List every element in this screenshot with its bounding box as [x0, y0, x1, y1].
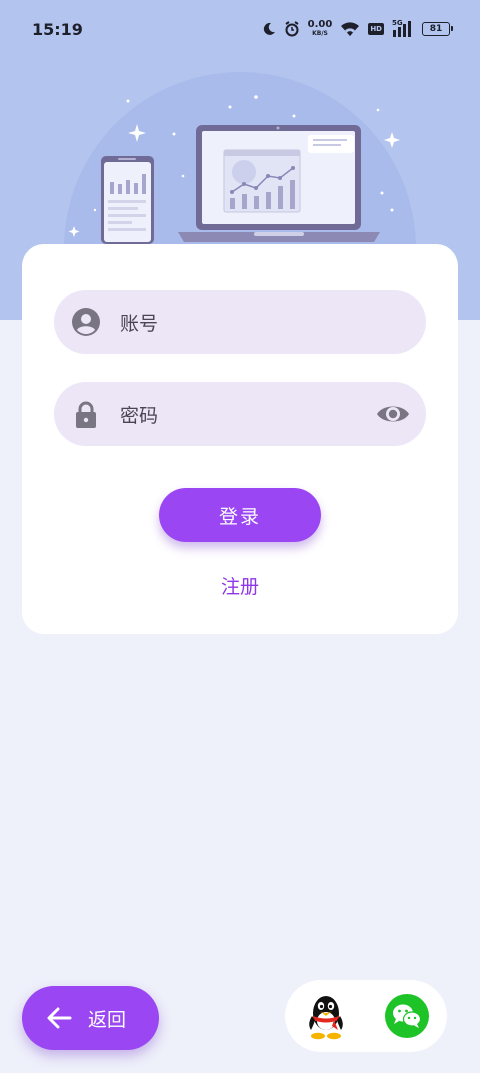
wifi-icon [341, 22, 360, 36]
qq-icon[interactable] [305, 992, 347, 1040]
signal-icon: 5G [392, 19, 414, 37]
status-bar: 15:19 0.00 KB/S HD 5G 81 [0, 0, 480, 58]
laptop-graphic [178, 125, 380, 242]
login-card: 账号 密码 登录 注册 [22, 244, 458, 634]
phone-graphic [101, 156, 154, 244]
account-field[interactable]: 账号 [54, 290, 426, 354]
user-icon [72, 308, 100, 336]
eye-icon[interactable] [376, 400, 410, 428]
social-login-panel [285, 980, 447, 1052]
register-link[interactable]: 注册 [190, 570, 290, 600]
back-label: 返回 [88, 1008, 127, 1031]
net-speed-unit: KB/S [312, 30, 328, 37]
account-input[interactable]: 账号 [120, 290, 356, 354]
battery-indicator: 81 [422, 22, 453, 36]
wechat-icon[interactable] [385, 994, 429, 1038]
lock-icon [76, 401, 96, 428]
password-field[interactable]: 密码 [54, 382, 426, 446]
moon-icon [263, 22, 275, 35]
status-icons: 0.00 KB/S HD 5G 81 [262, 19, 453, 38]
net-speed: 0.00 KB/S [308, 20, 333, 38]
back-button[interactable]: 返回 [22, 986, 159, 1050]
hd-badge: HD [368, 23, 384, 35]
battery-level: 81 [429, 24, 443, 34]
arrow-left-icon [47, 1007, 72, 1029]
status-time: 15:19 [32, 19, 83, 39]
alarm-icon [285, 21, 299, 37]
password-input[interactable]: 密码 [120, 382, 356, 446]
net-speed-value: 0.00 [307, 19, 333, 30]
login-button[interactable]: 登录 [159, 488, 321, 542]
